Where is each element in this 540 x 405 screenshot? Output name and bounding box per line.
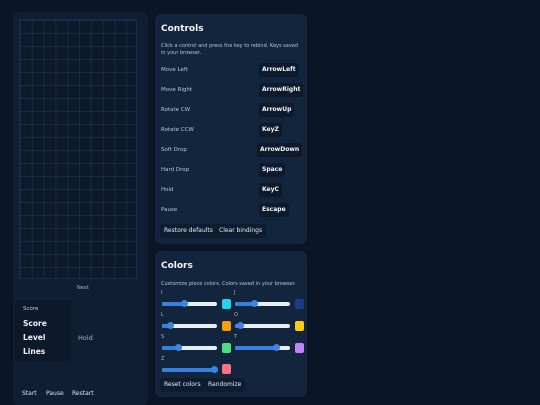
color-letter-t: T — [234, 334, 238, 340]
hold-label: Hold — [78, 334, 93, 342]
controls-description: Click a control and press the key to reb… — [161, 43, 299, 56]
key-button-move-left[interactable]: ArrowLeft — [259, 63, 299, 77]
slider-thumb[interactable] — [210, 366, 218, 373]
key-button-rotate-cw[interactable]: ArrowUp — [259, 103, 295, 117]
binding-label: Move Left — [161, 67, 188, 73]
restore-defaults-button[interactable]: Restore defaults — [160, 224, 217, 238]
slider-s[interactable] — [162, 344, 217, 351]
binding-row-pause: Pause Escape — [155, 203, 307, 217]
color-letter-l: L — [161, 312, 164, 318]
slider-i[interactable] — [162, 300, 217, 307]
slider-thumb[interactable] — [250, 300, 258, 307]
slider-thumb[interactable] — [175, 344, 182, 351]
binding-row-soft-drop: Soft Drop ArrowDown — [155, 143, 307, 157]
swatch-t[interactable] — [295, 343, 304, 353]
binding-label: Rotate CW — [161, 107, 191, 113]
reset-colors-button[interactable]: Reset colors — [160, 378, 205, 392]
binding-label: Rotate CCW — [161, 127, 194, 133]
color-letter-i: I — [161, 290, 163, 296]
color-letter-s: S — [161, 334, 165, 340]
level-stat: Level — [23, 333, 46, 342]
key-button-move-right[interactable]: ArrowRight — [259, 83, 304, 97]
color-letter-z: Z — [161, 356, 165, 362]
lines-stat: Lines — [23, 347, 46, 356]
slider-l[interactable] — [162, 322, 217, 329]
slider-t[interactable] — [235, 344, 290, 351]
binding-label: Pause — [161, 207, 178, 213]
controls-title: Controls — [161, 24, 204, 34]
slider-o[interactable] — [235, 322, 290, 329]
swatch-o[interactable] — [295, 321, 304, 331]
swatch-j[interactable] — [295, 299, 304, 309]
binding-row-rotate-ccw: Rotate CCW KeyZ — [155, 123, 307, 137]
binding-row-hold: Hold KeyC — [155, 183, 307, 197]
slider-fill — [235, 346, 277, 350]
swatch-l[interactable] — [222, 321, 231, 331]
score-stat: Score — [23, 319, 47, 328]
binding-label: Soft Drop — [161, 147, 187, 153]
slider-thumb[interactable] — [180, 300, 188, 307]
game-board[interactable] — [19, 19, 137, 279]
slider-fill — [162, 368, 215, 372]
pause-button[interactable]: Pause — [46, 390, 64, 397]
binding-label: Hold — [161, 187, 174, 193]
score-box: Score Score Level Lines — [15, 300, 71, 362]
start-button[interactable]: Start — [22, 390, 37, 397]
next-label: Next — [77, 285, 89, 291]
slider-thumb[interactable] — [237, 322, 244, 329]
binding-row-hard-drop: Hard Drop Space — [155, 163, 307, 177]
color-letter-j: J — [234, 290, 236, 296]
key-button-pause[interactable]: Escape — [259, 203, 289, 217]
slider-thumb[interactable] — [272, 344, 280, 351]
binding-row-move-right: Move Right ArrowRight — [155, 83, 307, 97]
key-button-hold[interactable]: KeyC — [259, 183, 282, 197]
clear-bindings-button[interactable]: Clear bindings — [215, 224, 267, 238]
key-button-hard-drop[interactable]: Space — [259, 163, 286, 177]
slider-j[interactable] — [235, 300, 290, 307]
colors-title: Colors — [161, 261, 193, 271]
slider-thumb[interactable] — [166, 322, 174, 329]
binding-row-move-left: Move Left ArrowLeft — [155, 63, 307, 77]
restart-button[interactable]: Restart — [72, 390, 94, 397]
swatch-s[interactable] — [222, 343, 231, 353]
score-title: Score — [23, 306, 39, 312]
swatch-z[interactable] — [222, 364, 231, 374]
slider-z[interactable] — [162, 366, 218, 373]
controls-panel: Controls Click a control and press the k… — [155, 14, 307, 244]
randomize-button[interactable]: Randomize — [204, 378, 246, 392]
swatch-i[interactable] — [222, 299, 231, 309]
colors-description: Customize piece colors. Colors saved in … — [161, 281, 296, 287]
key-button-rotate-ccw[interactable]: KeyZ — [259, 123, 282, 137]
binding-label: Hard Drop — [161, 167, 190, 173]
binding-row-rotate-cw: Rotate CW ArrowUp — [155, 103, 307, 117]
colors-panel: Colors Customize piece colors. Colors sa… — [155, 251, 307, 397]
binding-label: Move Right — [161, 87, 192, 93]
color-letter-o: O — [234, 312, 238, 318]
key-button-soft-drop[interactable]: ArrowDown — [257, 143, 303, 157]
